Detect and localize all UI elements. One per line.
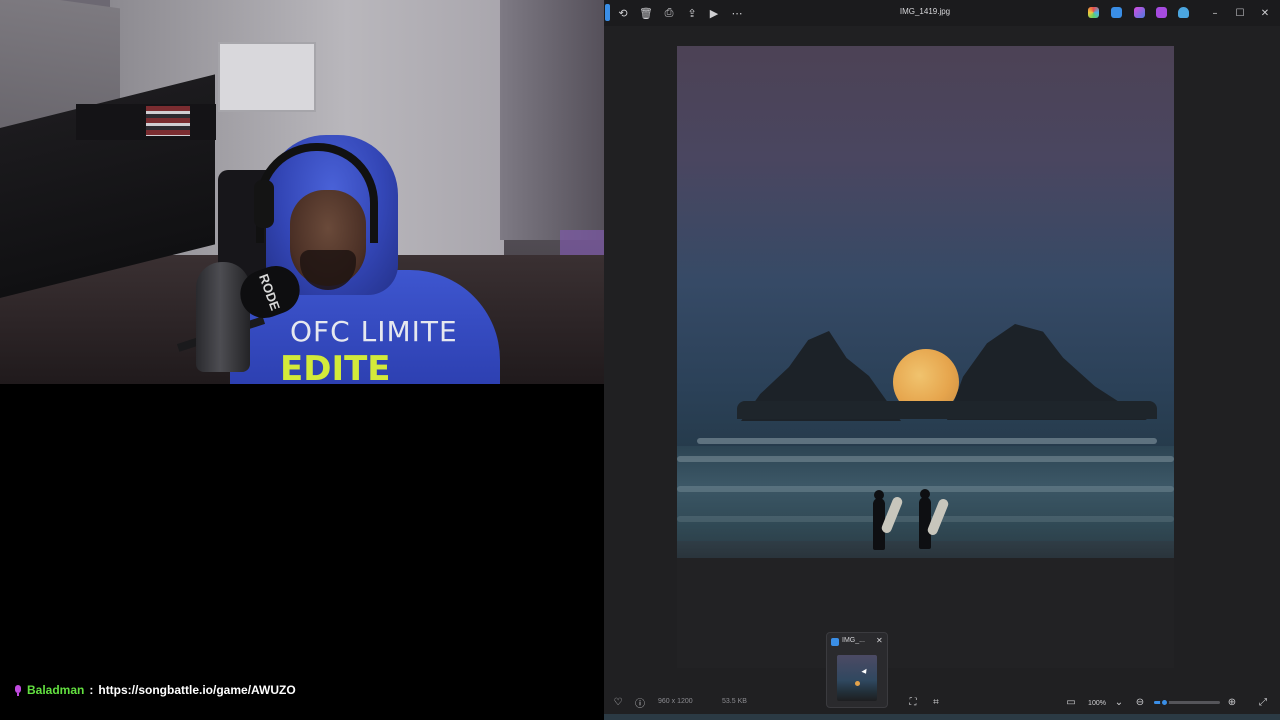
- photos-icon: [831, 638, 839, 646]
- shirt-text-bottom: EDITE: [280, 349, 391, 384]
- chat-text: https://songbattle.io/game/AWUZO: [98, 683, 296, 697]
- bottom-toolbar: ♡ ⓘ 960 x 1200 53.5 KB ⛶ ⌗ ▭ 100% ⌄ ⊖ ⊕ …: [604, 690, 1280, 714]
- close-icon[interactable]: ✕: [1255, 5, 1275, 21]
- empty-overlay-area: [0, 384, 604, 720]
- thumbnail-moon: [855, 681, 860, 686]
- taskbar-strip: [604, 714, 1280, 720]
- chat-separator: :: [89, 683, 94, 697]
- photo-beach: [677, 558, 1174, 668]
- shirt-print: OFC LIMITE EDITE: [280, 315, 457, 384]
- minimize-icon[interactable]: –: [1205, 5, 1225, 21]
- whiteboard: [218, 42, 316, 112]
- photo-image[interactable]: [677, 46, 1174, 668]
- aspect-icon[interactable]: ▭: [1064, 695, 1078, 709]
- thumbnail-title: IMG_...: [842, 637, 865, 644]
- zoom-in-icon[interactable]: ⊕: [1225, 695, 1239, 709]
- fit-icon[interactable]: ⛶: [906, 695, 920, 709]
- zoom-out-icon[interactable]: ⊖: [1133, 695, 1147, 709]
- chevron-down-icon[interactable]: ⌄: [1112, 695, 1126, 709]
- title-bar: ⟲ 🗑 ⎙ ⇪ ▶ ⋯ IMG_1419.jpg – ☐ ✕: [604, 0, 1280, 26]
- designer-icon[interactable]: [1156, 7, 1167, 18]
- fullscreen-icon[interactable]: ⤢: [1256, 695, 1270, 709]
- editor-app-icon[interactable]: [1111, 7, 1122, 18]
- zoom-slider[interactable]: [1154, 698, 1220, 707]
- photo-wave: [697, 438, 1157, 444]
- cursor-icon: [861, 668, 869, 676]
- screen: OFC LIMITE EDITE RODE Baladman : https:/…: [0, 0, 1280, 720]
- info-icon[interactable]: ⓘ: [633, 695, 647, 710]
- books: [146, 106, 190, 136]
- chat-username: Baladman: [27, 683, 85, 697]
- zoom-slider-thumb[interactable]: [1159, 698, 1169, 707]
- shirt-text-top: OFC LIMITE: [290, 315, 458, 348]
- chat-message: Baladman : https://songbattle.io/game/AW…: [14, 682, 296, 698]
- crop-icon[interactable]: ⌗: [929, 695, 943, 709]
- heart-icon[interactable]: ♡: [611, 695, 625, 709]
- room-door: [500, 0, 604, 240]
- zoom-dropdown[interactable]: 100%: [1080, 697, 1114, 710]
- image-dimensions: 960 x 1200: [658, 698, 693, 705]
- photo-viewer-window: ⟲ 🗑 ⎙ ⇪ ▶ ⋯ IMG_1419.jpg – ☐ ✕ IMG_... ✕…: [604, 0, 1280, 720]
- maximize-icon[interactable]: ☐: [1230, 5, 1250, 21]
- zoom-value: 100%: [1088, 700, 1106, 707]
- microphone: [196, 262, 250, 372]
- onedrive-icon[interactable]: [1178, 7, 1189, 18]
- photo-rock-base: [737, 401, 1157, 419]
- headphone-earcup: [254, 180, 274, 228]
- clipchamp-icon[interactable]: [1134, 7, 1145, 18]
- file-size: 53.5 KB: [722, 698, 747, 705]
- microphone-icon: [14, 684, 22, 696]
- window-title: IMG_1419.jpg: [899, 7, 951, 16]
- photos-app-icon[interactable]: [1088, 7, 1099, 18]
- close-icon[interactable]: ✕: [876, 636, 883, 645]
- photo-wave: [677, 456, 1174, 462]
- webcam-feed: OFC LIMITE EDITE RODE: [0, 0, 604, 384]
